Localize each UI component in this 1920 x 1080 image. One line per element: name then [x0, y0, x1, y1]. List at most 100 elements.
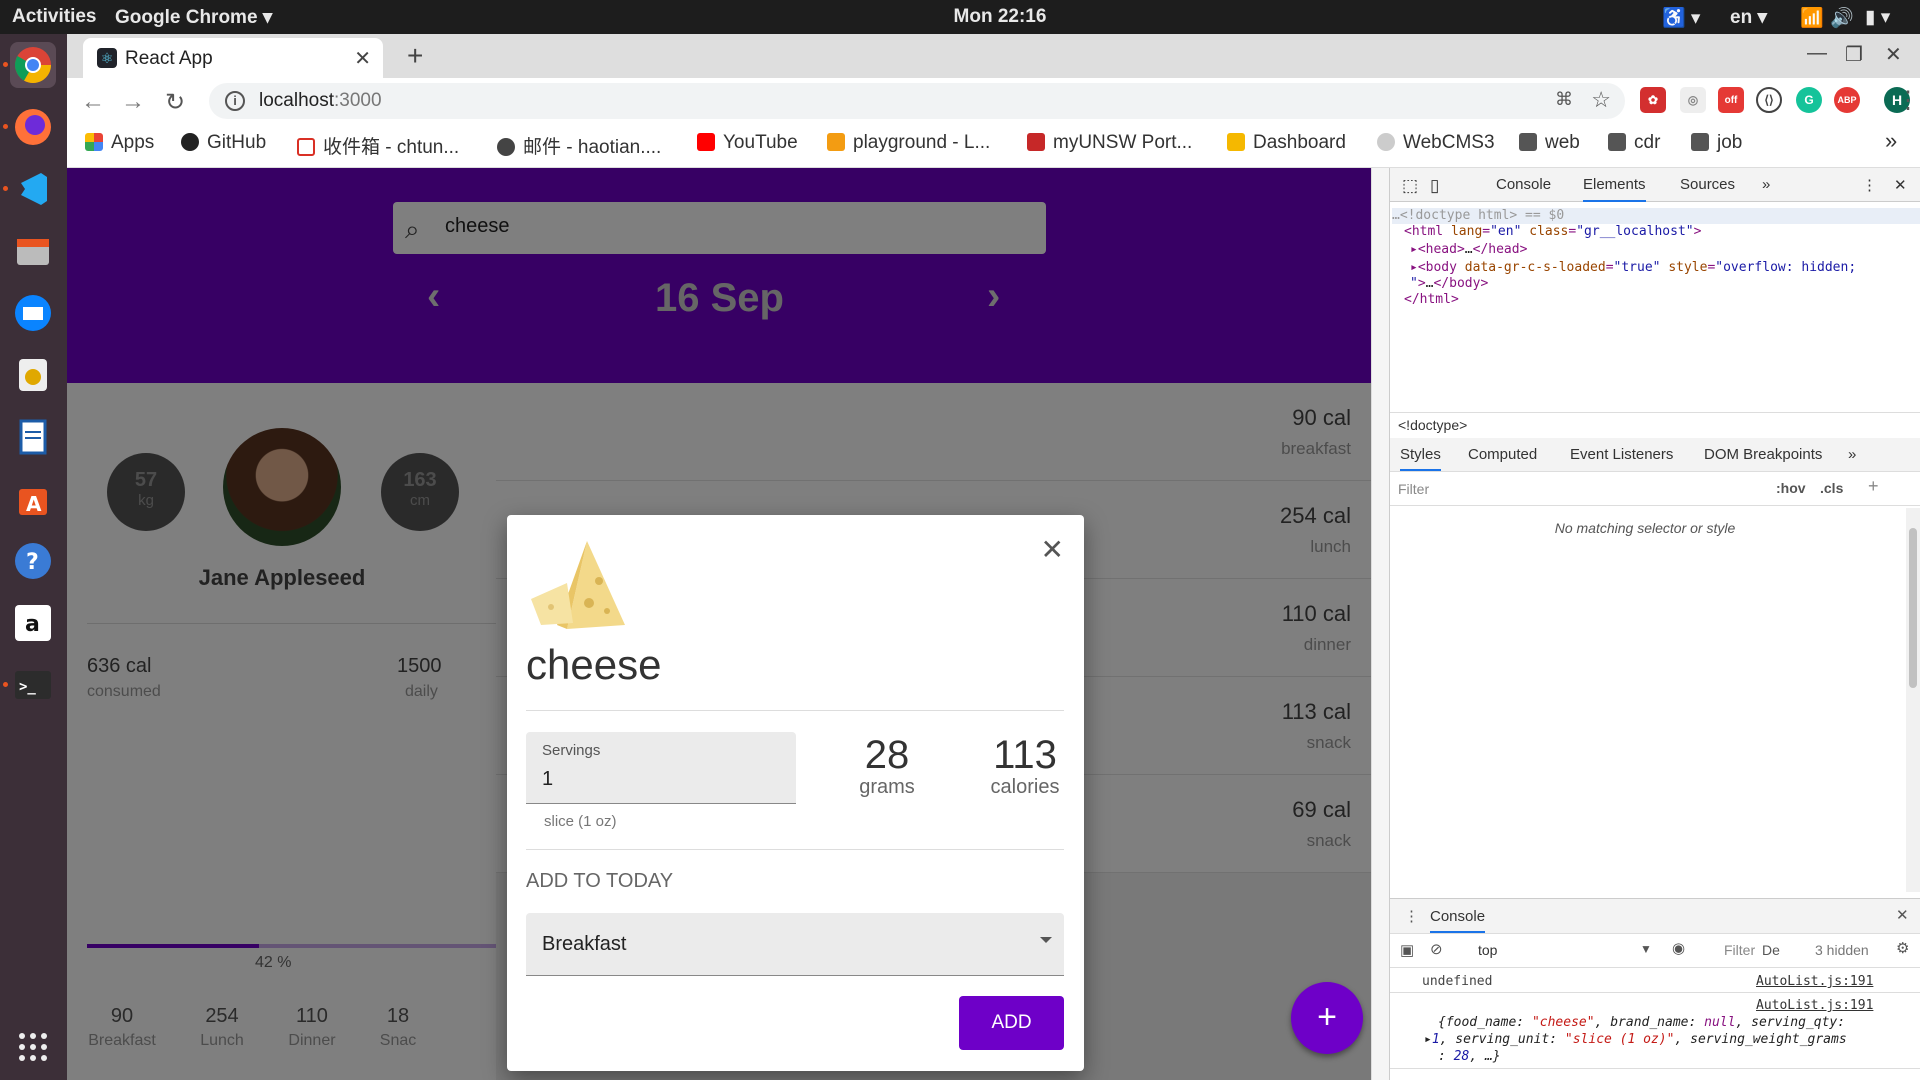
tab-dom-breakpoints[interactable]: DOM Breakpoints [1704, 446, 1822, 463]
bookmark-playground[interactable]: playground - L... [827, 132, 990, 154]
menu-kebab-icon[interactable]: ⋮ [1896, 86, 1920, 115]
volume-icon[interactable]: 🔊 [1830, 6, 1854, 30]
bookmark-star-icon[interactable]: ☆ [1591, 87, 1611, 113]
extension-off-icon[interactable]: off [1718, 87, 1744, 113]
thunderbird-icon[interactable] [10, 290, 56, 336]
back-icon[interactable]: ← [81, 88, 105, 116]
dom-line-head[interactable]: ▸<head>…</head> [1410, 242, 1527, 257]
more-style-tabs-icon[interactable]: » [1848, 446, 1856, 463]
console-settings-gear-icon[interactable]: ⚙ [1896, 939, 1909, 957]
app-menu[interactable]: Google Chrome ▾ [115, 6, 272, 29]
add-button[interactable]: ADD [959, 996, 1064, 1050]
reload-icon[interactable]: ↻ [165, 88, 185, 117]
add-rule-icon[interactable]: + [1868, 476, 1879, 497]
bookmark-folder-cdr[interactable]: cdr [1608, 132, 1660, 154]
tab-elements[interactable]: Elements [1583, 176, 1646, 202]
context-dropdown-icon[interactable]: ▼ [1640, 942, 1652, 956]
tab-sources[interactable]: Sources [1680, 176, 1735, 193]
bookmark-dashboard[interactable]: Dashboard [1227, 132, 1346, 154]
close-drawer-icon[interactable]: ✕ [1896, 906, 1909, 924]
software-center-icon[interactable]: A [10, 476, 56, 522]
files-icon[interactable] [10, 228, 56, 274]
tab-event-listeners[interactable]: Event Listeners [1570, 446, 1673, 463]
sidebar-toggle-icon[interactable]: ▣ [1400, 941, 1414, 959]
writer-icon[interactable] [10, 414, 56, 460]
chrome-icon[interactable] [10, 42, 56, 88]
bookmark-github[interactable]: GitHub [181, 132, 266, 154]
bookmark-mail[interactable]: 邮件 - haotian.... [497, 132, 661, 159]
close-dialog-icon[interactable]: ✕ [1041, 533, 1064, 566]
close-devtools-icon[interactable]: ✕ [1894, 176, 1907, 194]
dom-line-body[interactable]: ▸<body data-gr-c-s-loaded="true" style="… [1410, 260, 1856, 275]
styles-scrollbar[interactable] [1906, 508, 1920, 892]
forward-icon[interactable]: → [121, 88, 145, 116]
url-text[interactable]: localhost:3000 [259, 90, 382, 112]
default-levels-dropdown[interactable]: De [1762, 942, 1780, 958]
grammarly-icon[interactable]: G [1796, 87, 1822, 113]
drawer-menu-icon[interactable]: ⋮ [1404, 907, 1419, 925]
dom-breadcrumb[interactable]: <!doctype> [1398, 417, 1467, 433]
cls-toggle[interactable]: .cls [1820, 480, 1843, 496]
extension-camera-icon[interactable]: ◎ [1680, 87, 1706, 113]
translate-icon[interactable]: ⌘ [1555, 89, 1573, 110]
more-bookmarks-icon[interactable]: » [1885, 128, 1897, 154]
adblock-icon[interactable]: ABP [1834, 87, 1860, 113]
more-tabs-icon[interactable]: » [1762, 176, 1770, 193]
context-selector[interactable]: top [1478, 942, 1497, 958]
scroll-thumb[interactable] [1909, 528, 1917, 688]
drawer-tab-console[interactable]: Console [1430, 908, 1486, 933]
inspect-element-icon[interactable]: ⬚ [1402, 176, 1418, 196]
amazon-icon[interactable]: a [10, 600, 56, 646]
hov-toggle[interactable]: :hov [1776, 480, 1806, 496]
extension-code-icon[interactable]: ⟨⟩ [1756, 87, 1782, 113]
tab-styles[interactable]: Styles [1400, 446, 1441, 471]
dom-line-body-end[interactable]: ">…</body> [1410, 276, 1488, 291]
bookmark-myunsw[interactable]: myUNSW Port... [1027, 132, 1192, 154]
rhythmbox-icon[interactable] [10, 352, 56, 398]
bookmark-apps[interactable]: Apps [85, 132, 154, 154]
firefox-icon[interactable] [10, 104, 56, 150]
tab-console[interactable]: Console [1496, 176, 1551, 193]
bookmark-webcms3[interactable]: WebCMS3 [1377, 132, 1495, 154]
console-filter-input[interactable]: Filter [1724, 942, 1755, 958]
source-link[interactable]: AutoList.js:191 [1756, 974, 1873, 989]
source-link[interactable]: AutoList.js:191 [1756, 998, 1873, 1013]
show-apps-icon[interactable] [10, 1024, 56, 1070]
tab-computed[interactable]: Computed [1468, 446, 1537, 463]
add-food-fab-button[interactable]: + [1291, 982, 1363, 1054]
dom-line-doctype[interactable]: …<!doctype html> == $0 [1392, 208, 1920, 224]
network-icon[interactable]: 📶 [1800, 6, 1824, 30]
tab-react-app[interactable]: ⚛ React App ✕ [83, 38, 383, 78]
accessibility-icon[interactable]: ♿ ▾ [1662, 6, 1700, 30]
clear-console-icon[interactable]: ⊘ [1430, 940, 1443, 958]
close-tab-icon[interactable]: ✕ [354, 46, 371, 71]
bookmark-folder-web[interactable]: web [1519, 132, 1580, 154]
omnibox[interactable]: i localhost:3000 ⌘ ☆ [209, 83, 1625, 119]
live-expression-eye-icon[interactable]: ◉ [1672, 939, 1685, 957]
bookmark-folder-job[interactable]: job [1691, 132, 1742, 154]
console-object-1[interactable]: {food_name: "cheese", brand_name: null, … [1438, 1015, 1845, 1030]
clock[interactable]: Mon 22:16 [940, 6, 1060, 28]
dom-line-html-end[interactable]: </html> [1404, 292, 1459, 307]
battery-icon[interactable]: ▮ ▾ [1865, 6, 1890, 29]
servings-field[interactable]: Servings 1 [526, 732, 796, 804]
devtools-menu-icon[interactable]: ⋮ [1862, 176, 1877, 194]
bookmark-youtube[interactable]: YouTube [697, 132, 798, 154]
meal-select[interactable]: Breakfast [526, 913, 1064, 976]
new-tab-button[interactable]: + [407, 40, 423, 72]
site-info-icon[interactable]: i [225, 91, 245, 111]
extension-red-icon[interactable]: ✿ [1640, 87, 1666, 113]
language-menu[interactable]: en ▾ [1730, 6, 1767, 29]
styles-filter-input[interactable]: Filter [1398, 481, 1429, 497]
page-scrollbar[interactable] [1371, 168, 1389, 1080]
close-window-icon[interactable]: ✕ [1885, 42, 1902, 67]
help-icon[interactable]: ? [10, 538, 56, 584]
console-object-1-line2[interactable]: ▸1, serving_unit: "slice (1 oz)", servin… [1424, 1032, 1847, 1047]
terminal-icon[interactable]: >_ [10, 662, 56, 708]
vscode-icon[interactable] [10, 166, 56, 212]
minimize-icon[interactable]: — [1807, 42, 1827, 65]
bookmark-gmail[interactable]: 收件箱 - chtun... [297, 132, 459, 159]
restore-icon[interactable]: ❐ [1845, 42, 1863, 67]
dom-line-html[interactable]: <html lang="en" class="gr__localhost"> [1404, 224, 1701, 239]
device-toolbar-icon[interactable]: ▯ [1430, 176, 1439, 196]
